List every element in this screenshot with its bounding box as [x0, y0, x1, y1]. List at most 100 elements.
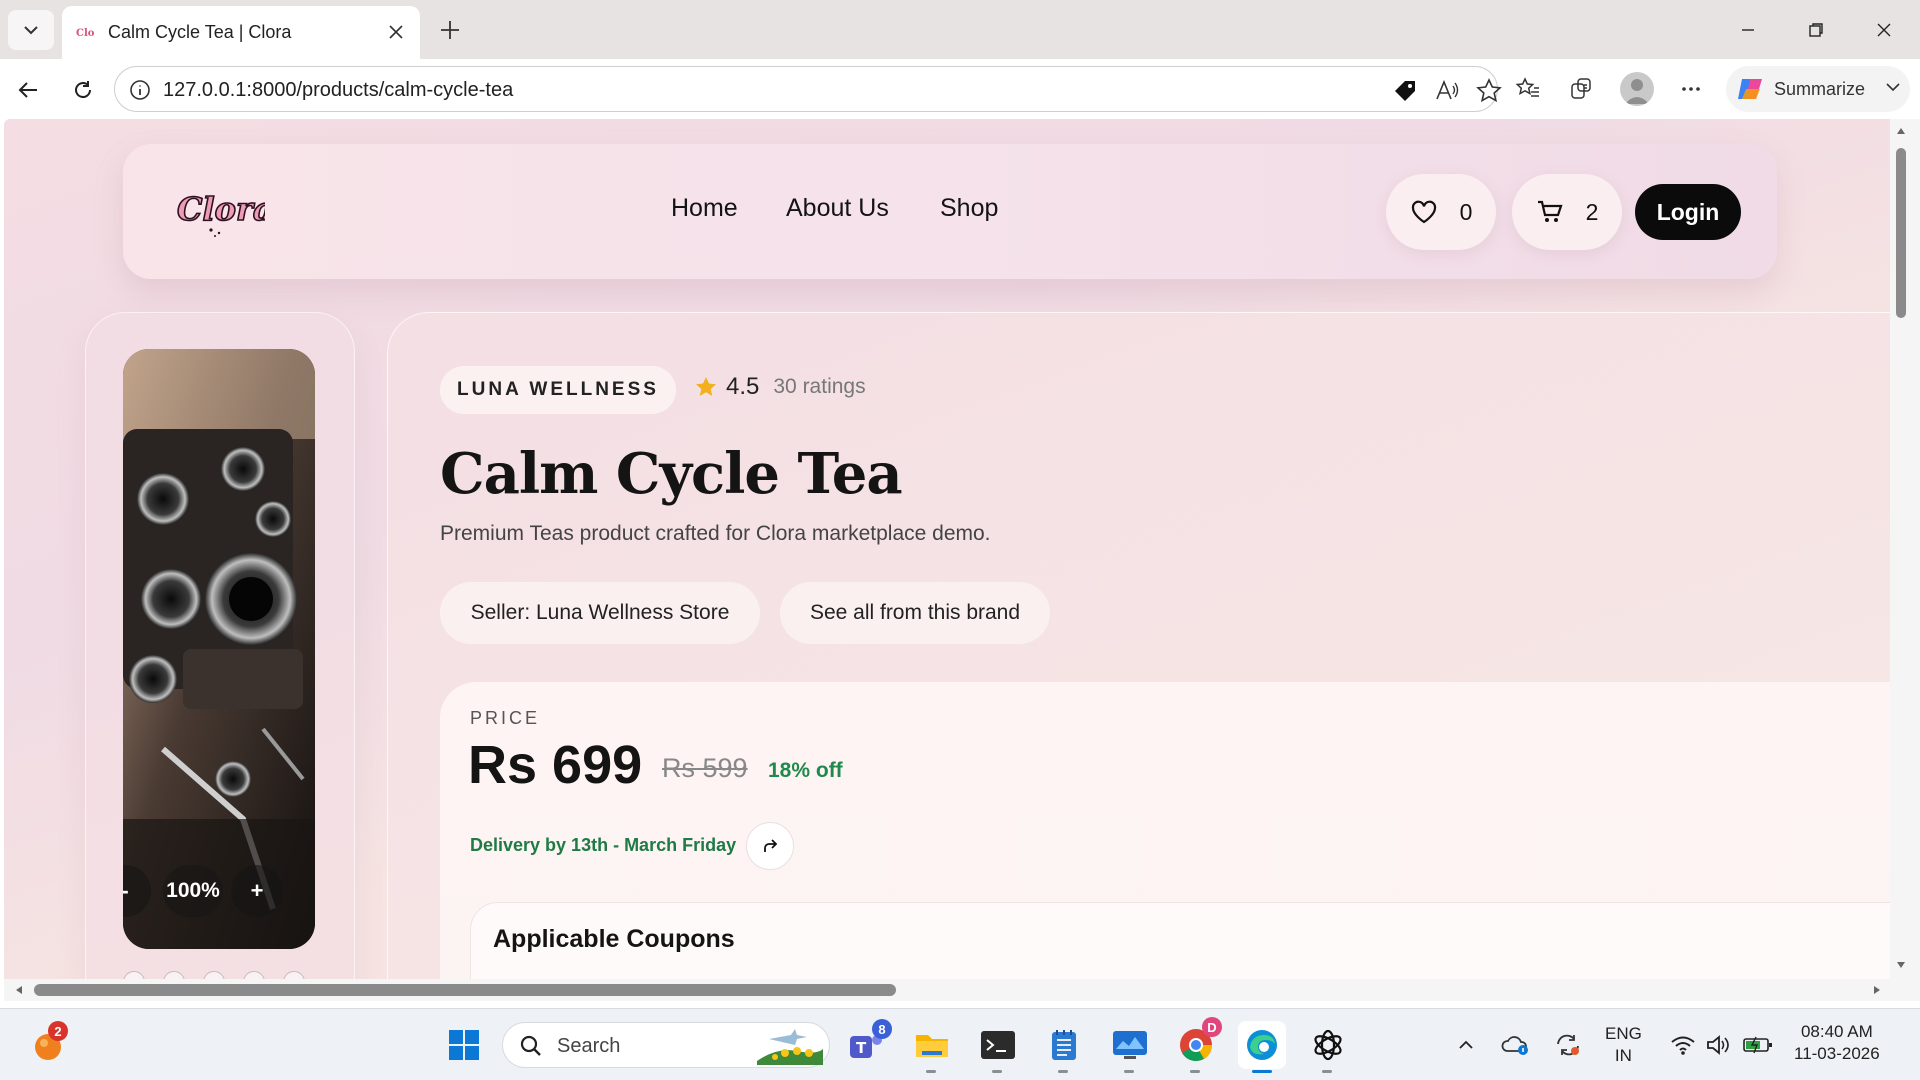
share-button[interactable] [746, 822, 794, 870]
taskbar-terminal[interactable] [974, 1021, 1022, 1073]
taskbar-notepad[interactable] [1040, 1021, 1088, 1073]
gallery-dot[interactable] [163, 971, 185, 979]
clock-date: 11-03-2026 [1794, 1044, 1880, 1063]
tray-overflow-button[interactable] [1450, 1021, 1482, 1069]
read-aloud-button[interactable] [1433, 77, 1461, 105]
delivery-info: Delivery by 13th - March Friday [470, 835, 737, 855]
nav-home-link[interactable]: Home [671, 194, 738, 223]
restore-icon [1809, 23, 1823, 37]
tray-sync[interactable] [1550, 1021, 1586, 1069]
clock[interactable]: 08:40 AM 11-03-2026 [1794, 1021, 1880, 1065]
taskbar-teams[interactable]: T 8 [842, 1019, 892, 1069]
favorites-button[interactable] [1511, 72, 1545, 106]
zoom-controls: - 100% + [123, 861, 315, 921]
new-tab-button[interactable] [432, 12, 468, 48]
close-icon [389, 25, 403, 39]
vertical-scroll-thumb[interactable] [1896, 148, 1906, 318]
shopping-tag-button[interactable] [1391, 77, 1419, 105]
gallery-dot[interactable] [243, 971, 265, 979]
clock-time: 08:40 AM [1800, 1022, 1873, 1041]
restore-button[interactable] [1796, 12, 1836, 48]
scroll-down-arrow[interactable] [1894, 958, 1908, 972]
tab-bar: Clo Calm Cycle Tea | Clora [0, 0, 1920, 59]
brand-badge[interactable]: LUNA WELLNESS [440, 366, 676, 414]
nav-shop-link[interactable]: Shop [940, 194, 998, 223]
gallery-dot[interactable] [203, 971, 225, 979]
collections-button[interactable] [1565, 72, 1599, 106]
taskbar-chatgpt[interactable] [1304, 1021, 1352, 1073]
minimize-button[interactable] [1728, 12, 1768, 48]
rating-count: 30 ratings [773, 375, 866, 398]
nav-about-link[interactable]: About Us [786, 194, 889, 223]
taskbar-file-explorer[interactable] [908, 1021, 956, 1073]
close-window-button[interactable] [1864, 12, 1904, 48]
cart-count: 2 [1585, 198, 1599, 225]
cart-icon [1537, 200, 1563, 222]
sync-icon [1557, 1034, 1579, 1056]
tab-list-button[interactable] [8, 10, 54, 50]
language-indicator[interactable]: ENG IN [1605, 1023, 1642, 1067]
windows-logo-icon [449, 1030, 479, 1060]
tray-battery[interactable] [1738, 1021, 1778, 1069]
clora-logo[interactable]: Clora [175, 186, 265, 238]
tab-close-button[interactable] [384, 20, 408, 44]
cloud-icon [1501, 1036, 1528, 1055]
zoom-out-button[interactable]: - [123, 865, 151, 917]
wishlist-count: 0 [1459, 198, 1473, 225]
price-tag-icon [1395, 81, 1415, 101]
language-code: ENG [1605, 1024, 1642, 1043]
tray-volume[interactable] [1702, 1021, 1736, 1069]
search-highlight-icon [757, 1029, 823, 1065]
summarize-button[interactable]: Summarize [1726, 66, 1910, 112]
product-subtitle: Premium Teas product crafted for Clora m… [440, 522, 991, 545]
url-text: 127.0.0.1:8000/products/calm-cycle-tea [163, 79, 514, 101]
taskbar-notification-app[interactable]: 2 [24, 1021, 72, 1069]
product-title: Calm Cycle Tea [440, 441, 903, 507]
monitor-chart-icon [1113, 1031, 1147, 1059]
chrome-profile-badge: D [1202, 1017, 1222, 1037]
favorite-button[interactable] [1475, 77, 1503, 105]
language-region: IN [1614, 1046, 1632, 1065]
current-price: Rs 699 [468, 735, 643, 795]
gallery-dot[interactable] [283, 971, 305, 979]
zoom-in-button[interactable]: + [231, 865, 283, 917]
product-image[interactable]: - 100% + [123, 349, 315, 949]
refresh-button[interactable] [64, 71, 102, 109]
back-button[interactable] [10, 71, 48, 109]
browser-tab[interactable]: Clo Calm Cycle Tea | Clora [62, 6, 420, 59]
svg-text:T: T [856, 1039, 867, 1057]
wishlist-button[interactable]: 0 [1386, 174, 1496, 250]
cart-button[interactable]: 2 [1512, 174, 1622, 250]
vintage-camera-photo [123, 349, 315, 949]
login-button[interactable]: Login [1635, 184, 1741, 240]
profile-avatar[interactable] [1620, 72, 1654, 106]
scroll-left-arrow[interactable] [12, 983, 26, 997]
seller-chip[interactable]: Seller: Luna Wellness Store [440, 582, 760, 644]
notification-badge: 2 [48, 1021, 68, 1041]
back-arrow-icon [18, 82, 37, 98]
address-bar: 127.0.0.1:8000/products/calm-cycle-tea S… [0, 59, 1920, 119]
start-button[interactable] [440, 1021, 488, 1069]
taskbar-monitor-app[interactable] [1106, 1021, 1154, 1073]
url-field[interactable]: 127.0.0.1:8000/products/calm-cycle-tea [114, 66, 1502, 112]
taskbar-chrome[interactable]: D [1172, 1017, 1222, 1073]
folder-icon [916, 1035, 948, 1057]
battery-charging-icon [1743, 1036, 1772, 1054]
scroll-right-arrow[interactable] [1870, 983, 1884, 997]
discount-percent: 18% off [768, 759, 843, 782]
site-info-icon[interactable] [129, 79, 151, 101]
brand-link-chip[interactable]: See all from this brand [780, 582, 1050, 644]
taskbar-edge[interactable] [1238, 1021, 1286, 1073]
tray-wifi[interactable] [1664, 1021, 1702, 1069]
gallery-dot[interactable] [123, 971, 145, 979]
taskbar-search[interactable]: Search [502, 1022, 830, 1068]
refresh-icon [75, 81, 91, 98]
tray-onedrive[interactable] [1498, 1021, 1534, 1069]
original-price: Rs 599 [662, 753, 748, 783]
edge-icon [1247, 1030, 1277, 1060]
more-options-button[interactable] [1674, 72, 1708, 106]
horizontal-scroll-thumb[interactable] [34, 984, 896, 996]
heart-icon [1411, 200, 1436, 224]
scroll-up-arrow[interactable] [1894, 124, 1908, 138]
price-label: PRICE [470, 708, 541, 728]
